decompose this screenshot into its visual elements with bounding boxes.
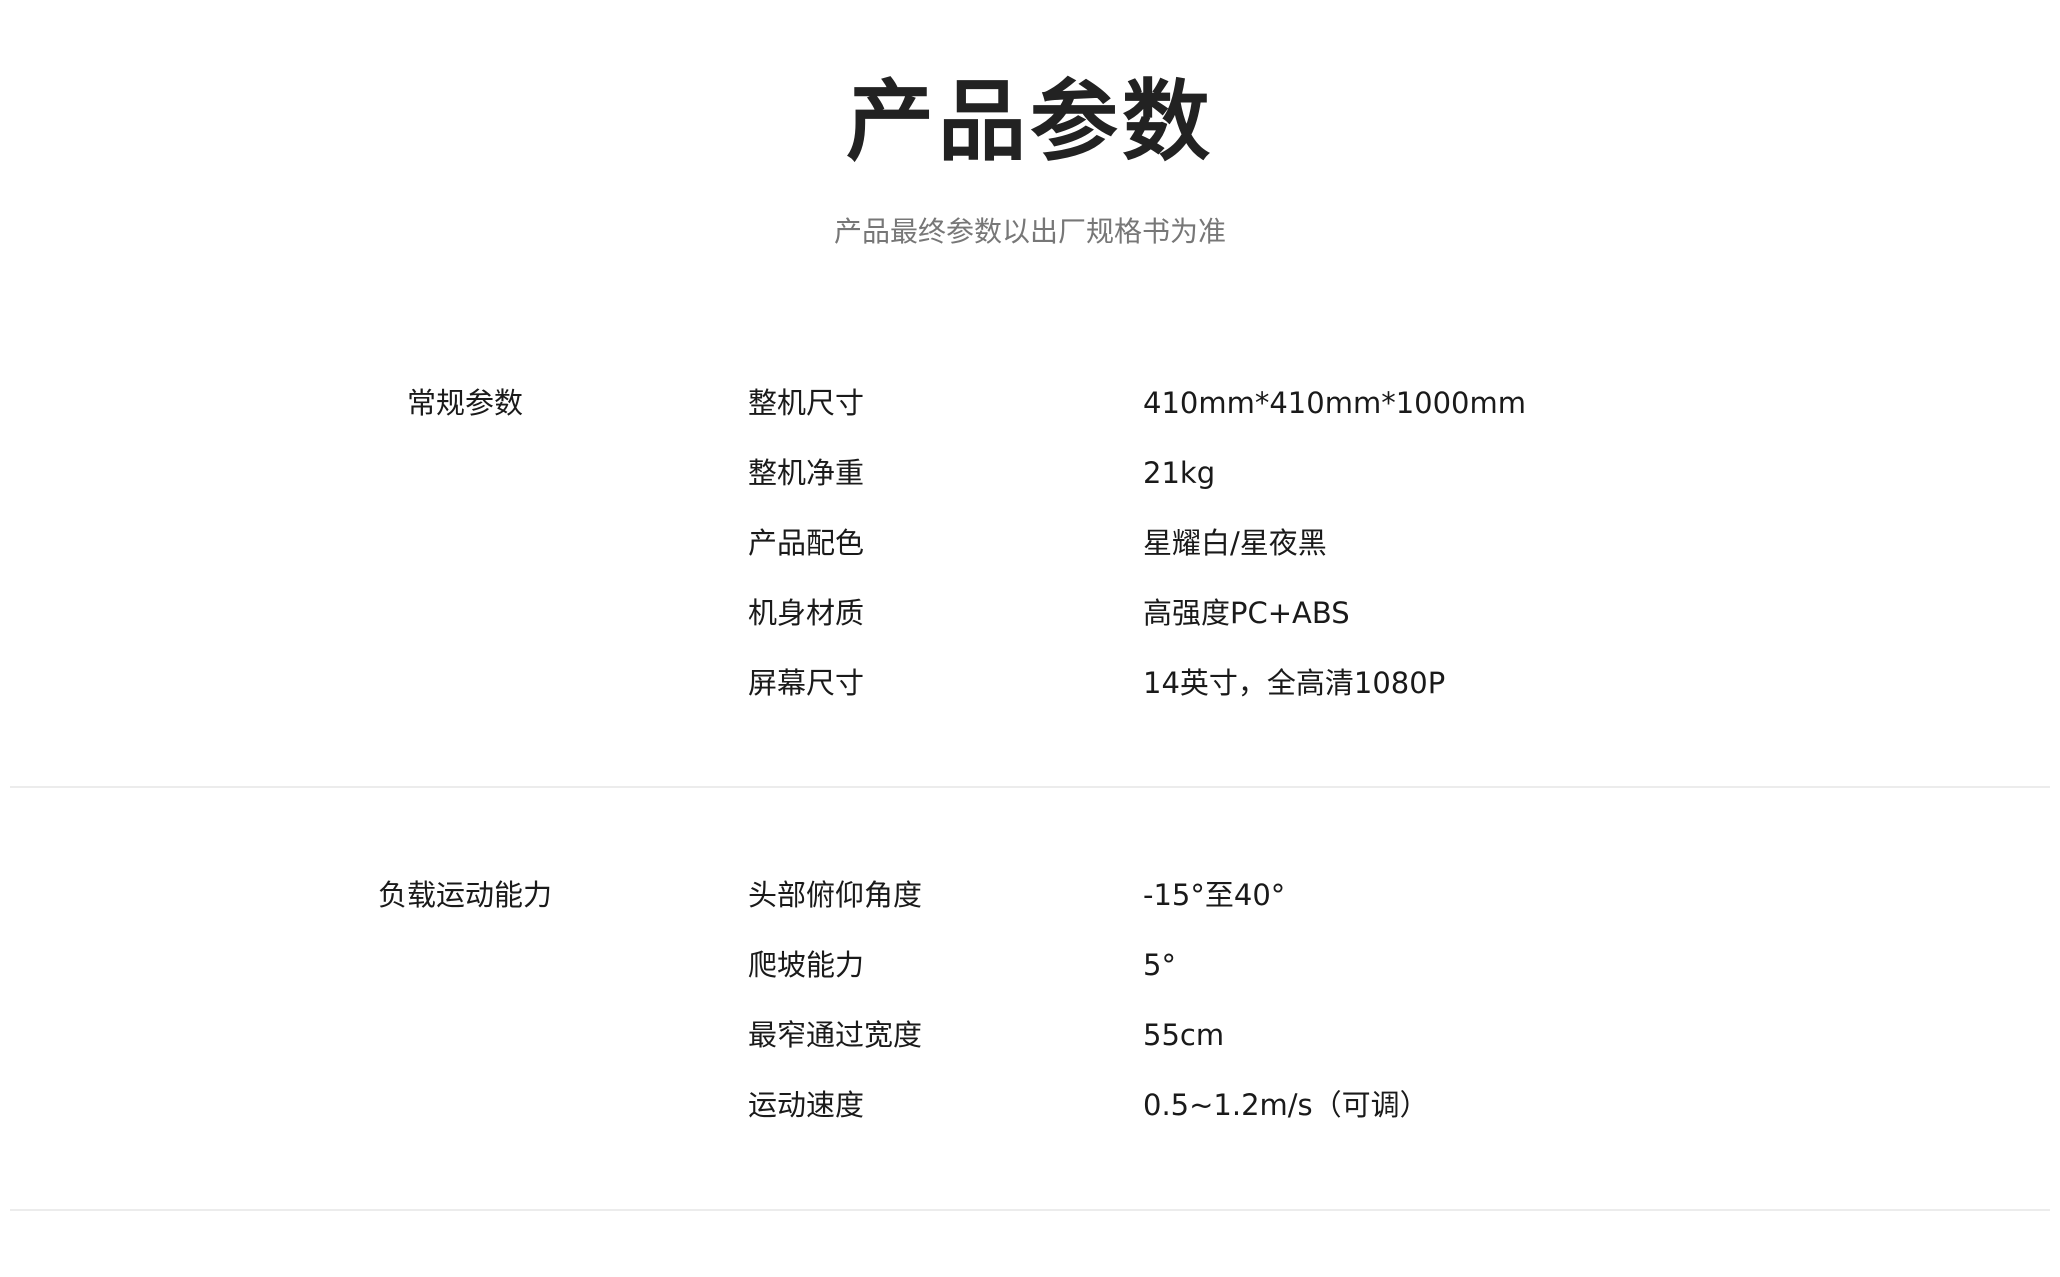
spec-row: 产品配色 星耀白/星夜黑 [0,523,2060,563]
spec-label: 运动速度 [748,1088,865,1122]
spec-row: 头部俯仰角度 -15°至40° [0,875,2060,915]
spec-row: 运动速度 0.5~1.2m/s（可调） [0,1085,2060,1125]
spec-label: 整机尺寸 [748,386,865,420]
spec-row: 整机净重 21kg [0,453,2060,493]
spec-value: 410mm*410mm*1000mm [1143,386,1527,420]
spec-row: 整机尺寸 410mm*410mm*1000mm [0,383,2060,423]
spec-row: 最窄通过宽度 55cm [0,1015,2060,1055]
spec-label: 爬坡能力 [748,948,865,982]
spec-label: 产品配色 [748,526,865,560]
spec-label: 屏幕尺寸 [748,666,865,700]
spec-value: 高强度PC+ABS [1143,596,1350,630]
spec-row: 屏幕尺寸 14英寸，全高清1080P [0,663,2060,703]
spec-value: 0.5~1.2m/s（可调） [1143,1088,1429,1122]
spec-value: 21kg [1143,456,1216,490]
spec-value: -15°至40° [1143,878,1286,912]
page-subtitle: 产品最终参数以出厂规格书为准 [833,215,1226,248]
spec-row: 机身材质 高强度PC+ABS [0,593,2060,633]
spec-label: 整机净重 [748,456,865,490]
spec-value: 5° [1143,948,1176,982]
spec-label: 头部俯仰角度 [748,878,923,912]
spec-label: 机身材质 [748,596,865,630]
spec-value: 星耀白/星夜黑 [1143,526,1327,560]
page-title: 产品参数 [845,70,1214,173]
spec-value: 55cm [1143,1018,1225,1052]
section-divider [10,1209,2050,1211]
spec-label: 最窄通过宽度 [748,1018,923,1052]
spec-value: 14英寸，全高清1080P [1143,666,1446,700]
section-divider [10,786,2050,788]
spec-row: 爬坡能力 5° [0,945,2060,985]
